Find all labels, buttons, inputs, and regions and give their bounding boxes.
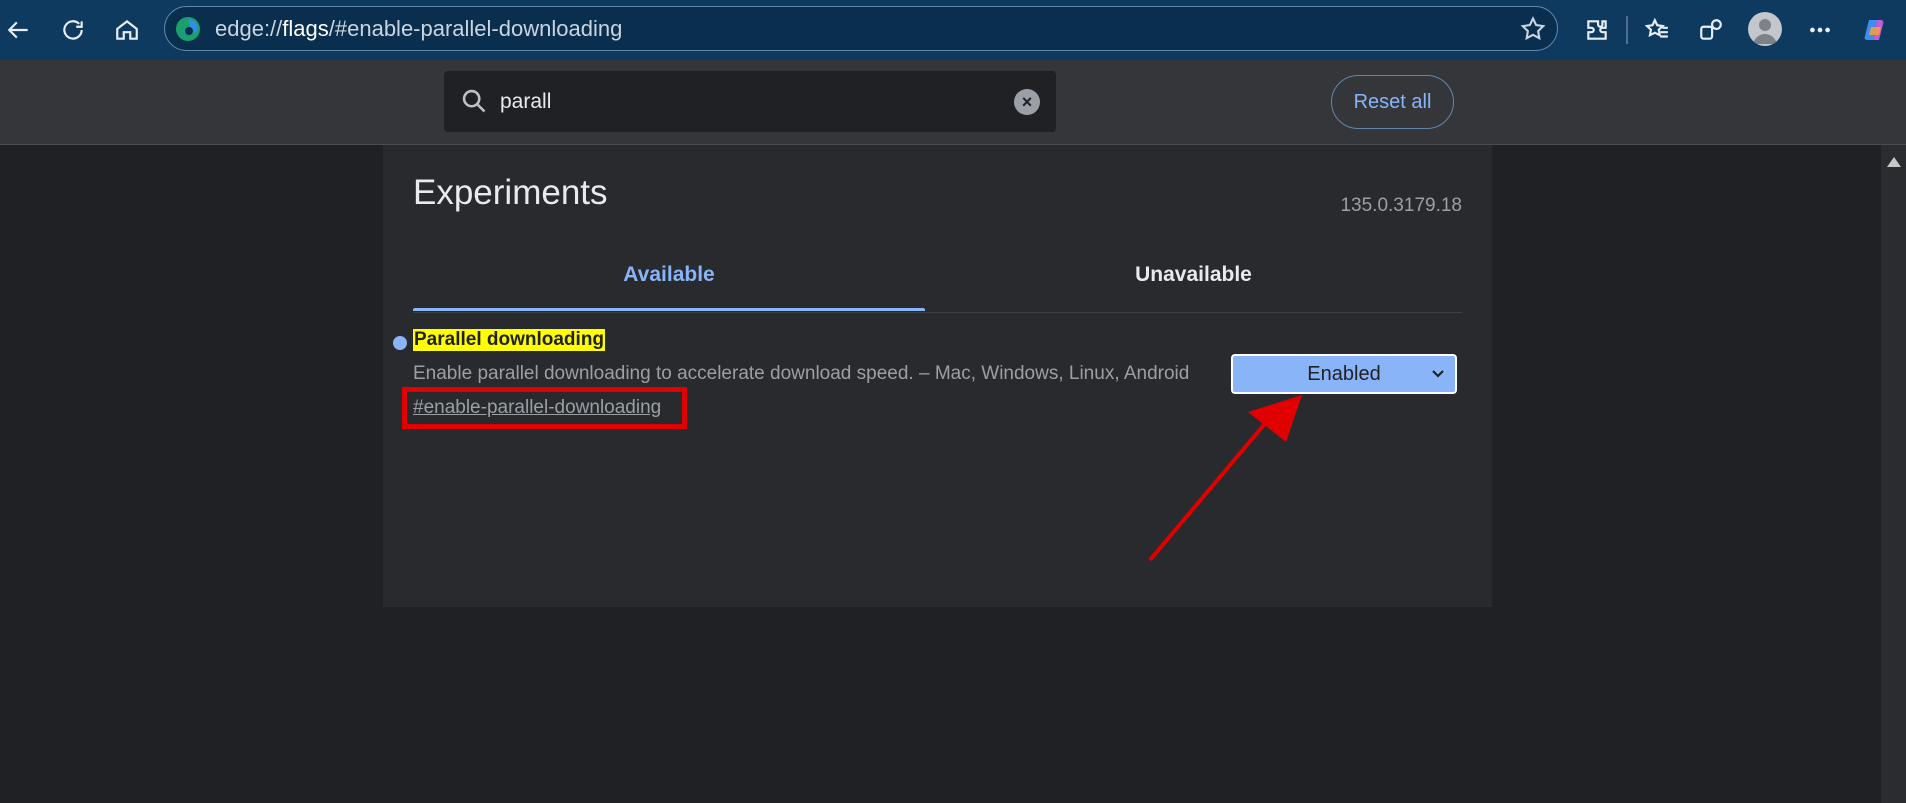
refresh-icon[interactable] [56,13,90,47]
browser-toolbar: edge://flags/#enable-parallel-downloadin… [0,0,1906,60]
experiment-description: Enable parallel downloading to accelerat… [413,363,1190,384]
active-tab-indicator [413,308,925,311]
version-label: 135.0.3179.18 [1340,195,1462,216]
favorite-star-icon[interactable] [1519,15,1547,43]
selected-option: Enabled [1307,363,1381,385]
toolbar-separator [1626,16,1628,44]
extensions-icon[interactable] [1580,13,1614,47]
tab-divider [413,312,1462,313]
modified-indicator-dot [393,336,407,350]
url-text[interactable]: edge://flags/#enable-parallel-downloadin… [215,16,622,42]
chevron-down-icon [1432,370,1444,378]
clear-search-icon[interactable]: × [1014,89,1040,115]
profile-avatar[interactable] [1748,12,1782,46]
edge-logo-icon [176,17,200,41]
tab-unavailable[interactable]: Unavailable [925,263,1462,307]
person-icon [1753,19,1777,44]
reset-all-button[interactable]: Reset all [1331,75,1454,129]
annotation-highlight-box [402,387,687,429]
tab-available[interactable]: Available [413,263,925,307]
vertical-scrollbar[interactable] [1881,145,1906,803]
search-icon [462,89,486,113]
flags-header: × Reset all [0,60,1906,145]
more-options-icon[interactable] [1803,13,1837,47]
home-icon[interactable] [110,13,144,47]
copilot-icon[interactable] [1858,13,1892,47]
search-box[interactable]: × [444,71,1056,132]
experiments-panel: Experiments 135.0.3179.18 Available Unav… [383,145,1492,607]
back-arrow-icon[interactable] [2,13,36,47]
collections-icon[interactable] [1694,13,1728,47]
search-input[interactable] [498,85,982,119]
page-title: Experiments [413,173,608,212]
url-host: flags [282,16,329,41]
experiment-state-select[interactable]: Enabled [1231,354,1457,394]
favorites-icon[interactable] [1640,13,1674,47]
scroll-up-arrow-icon[interactable] [1887,157,1901,167]
url-path: /#enable-parallel-downloading [328,16,623,41]
address-bar[interactable]: edge://flags/#enable-parallel-downloadin… [164,6,1558,51]
url-scheme: edge:// [215,16,283,41]
experiment-name: Parallel downloading [413,329,606,351]
